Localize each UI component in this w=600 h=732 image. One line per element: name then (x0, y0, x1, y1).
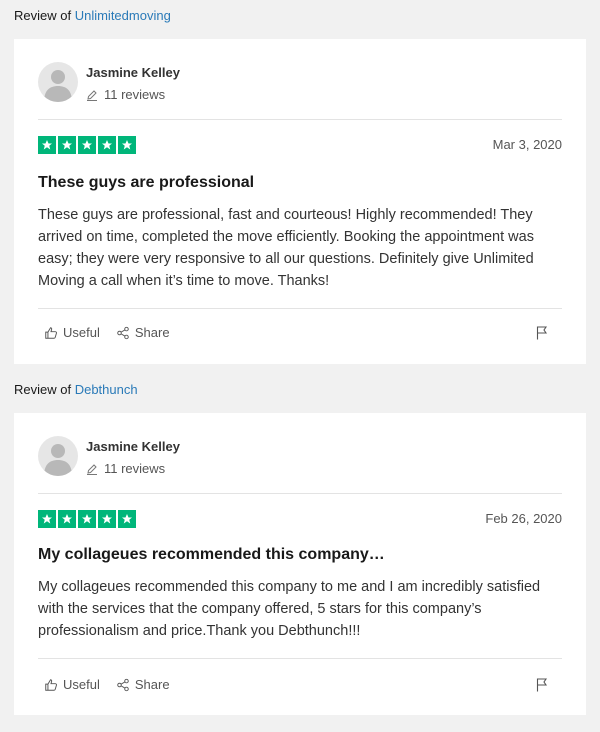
review-actions: Useful Share (44, 325, 170, 340)
flag-icon[interactable] (536, 326, 548, 345)
thumbs-up-icon (45, 326, 57, 339)
star-icon (58, 136, 76, 154)
star-icon (58, 510, 76, 528)
reviews-count: 11 reviews (86, 87, 165, 102)
review-date: Mar 3, 2020 (492, 137, 562, 152)
reviews-count: 11 reviews (86, 461, 165, 476)
author-name[interactable]: Jasmine Kelley (86, 439, 180, 454)
reviews-count-text: 11 reviews (104, 87, 166, 102)
review-of-prefix: Review of (14, 382, 75, 397)
pencil-icon (87, 89, 97, 101)
star-rating (38, 136, 136, 154)
share-button[interactable]: Share (116, 677, 170, 692)
star-icon (78, 136, 96, 154)
useful-label: Useful (63, 325, 100, 340)
star-icon (118, 136, 136, 154)
divider (38, 658, 562, 659)
review-title[interactable]: These guys are professional (38, 174, 254, 192)
star-icon (38, 510, 56, 528)
review-of-line: Review of Debthunch (14, 382, 138, 397)
user-silhouette-icon (44, 70, 72, 102)
star-icon (98, 510, 116, 528)
pencil-icon (87, 463, 97, 475)
divider (38, 308, 562, 309)
flag-icon[interactable] (536, 678, 548, 697)
review-card: Jasmine Kelley 11 reviews Feb 26, 2020 M… (14, 413, 586, 715)
review-of-line: Review of Unlimitedmoving (14, 8, 171, 23)
company-link[interactable]: Debthunch (75, 382, 138, 397)
divider (38, 493, 562, 494)
user-silhouette-icon (44, 444, 72, 476)
review-card: Jasmine Kelley 11 reviews Mar 3, 2020 Th… (14, 39, 586, 364)
review-date: Feb 26, 2020 (485, 511, 562, 526)
review-title[interactable]: My collageues recommended this company… (38, 546, 385, 564)
avatar[interactable] (38, 62, 78, 102)
share-icon (117, 678, 129, 691)
star-icon (38, 136, 56, 154)
share-button[interactable]: Share (116, 325, 170, 340)
star-rating (38, 510, 136, 528)
thumbs-up-icon (45, 678, 57, 691)
share-icon (117, 326, 129, 339)
star-icon (98, 136, 116, 154)
review-body: My collageues recommended this company t… (38, 579, 541, 639)
star-icon (118, 510, 136, 528)
useful-label: Useful (63, 677, 100, 692)
avatar[interactable] (38, 436, 78, 476)
star-icon (78, 510, 96, 528)
reviews-count-text: 11 reviews (104, 461, 166, 476)
useful-button[interactable]: Useful (44, 677, 100, 692)
author-name[interactable]: Jasmine Kelley (86, 65, 180, 80)
review-actions: Useful Share (44, 677, 170, 692)
share-label: Share (134, 677, 170, 692)
divider (38, 119, 562, 120)
review-body: These guys are professional, fast and co… (38, 207, 534, 289)
share-label: Share (134, 325, 170, 340)
useful-button[interactable]: Useful (44, 325, 100, 340)
company-link[interactable]: Unlimitedmoving (75, 8, 171, 23)
review-of-prefix: Review of (14, 8, 75, 23)
